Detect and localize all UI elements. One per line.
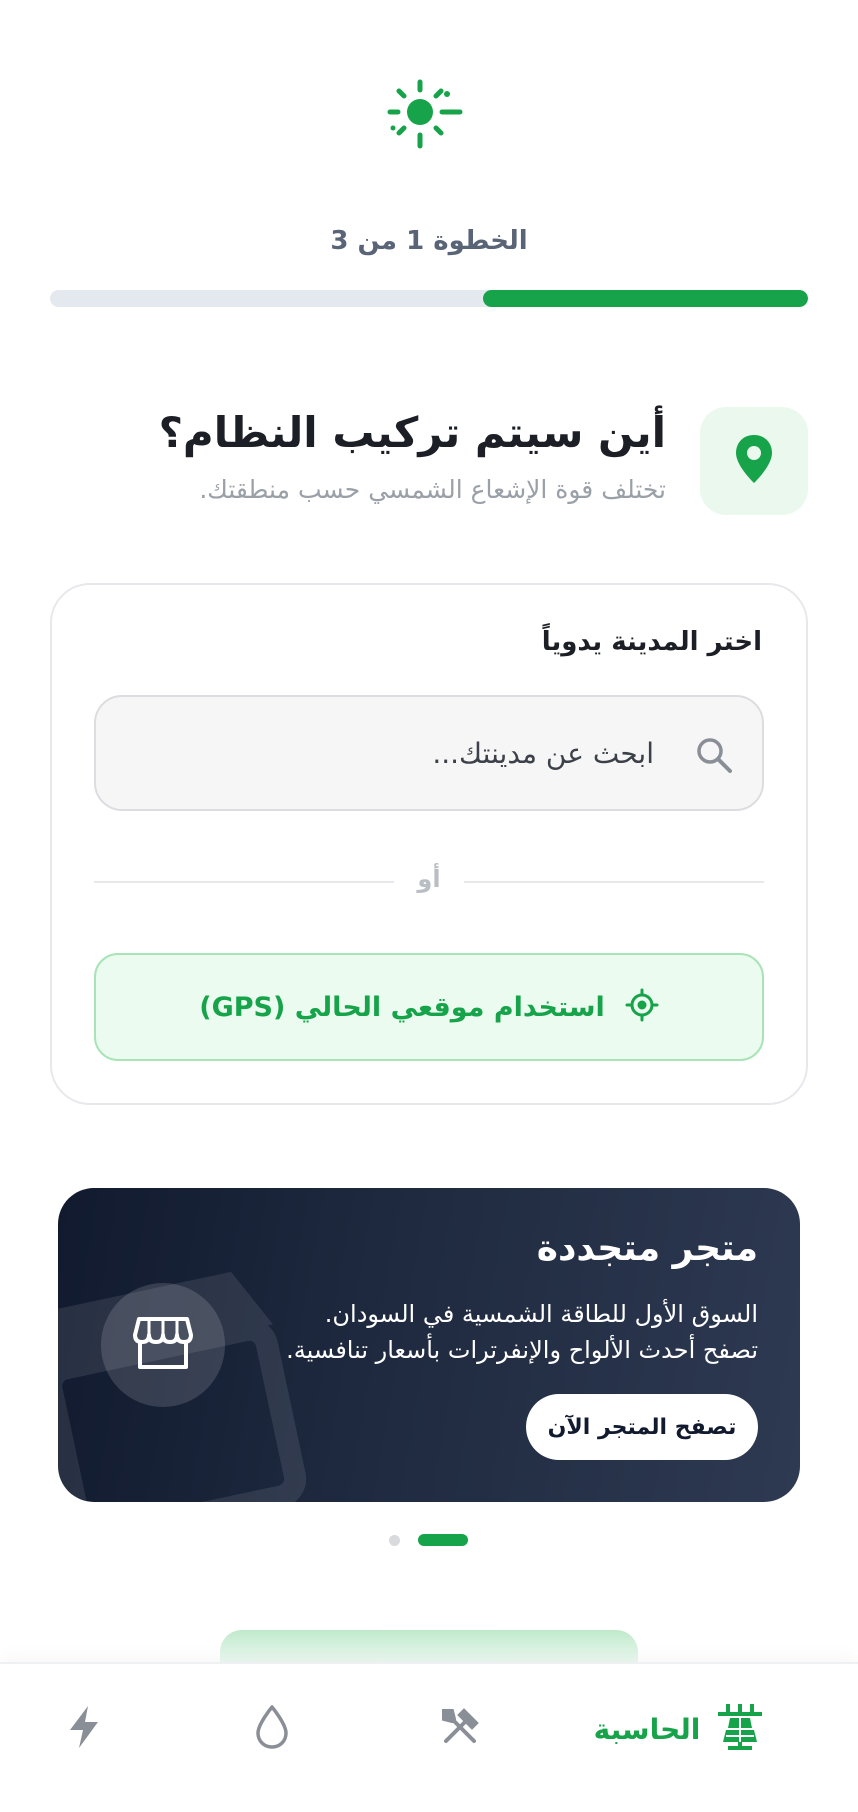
water-drop-icon [254,1704,290,1754]
nav-item-label: الحاسبة [593,1712,701,1746]
search-input[interactable] [126,727,654,779]
lightning-icon [66,1704,102,1754]
store-icon [133,1315,193,1375]
divider [94,881,394,883]
promo-description-line: السوق الأول للطاقة الشمسية في السودان. [324,1300,758,1328]
gps-location-button[interactable]: استخدام موقعي الحالي (GPS) [94,953,764,1061]
carousel-dot[interactable] [389,1535,400,1546]
bottom-navigation: الحاسبة [0,1662,858,1812]
progress-bar-fill [483,290,808,307]
tools-icon [438,1705,482,1753]
search-box[interactable] [94,695,764,811]
nav-item-tools[interactable] [410,1664,510,1794]
step-indicator: الخطوة 1 من 3 [330,226,528,256]
city-card-label: اختر المدينة يدوياً [541,627,762,657]
section-subtitle: تختلف قوة الإشعاع الشمسي حسب منطقتك. [199,475,666,504]
nav-item-water[interactable] [222,1664,322,1794]
store-icon-circle [101,1283,225,1407]
solar-panel-icon [718,1704,763,1754]
nav-item-energy[interactable] [34,1664,134,1794]
city-selection-card: اختر المدينة يدوياً أو اس [50,583,808,1105]
promo-card[interactable]: متجر متجددة السوق الأول للطاقة الشمسية ف… [58,1188,800,1502]
promo-title: متجر متجددة [536,1228,758,1269]
or-separator: أو [417,865,441,893]
gps-button-label: استخدام موقعي الحالي (GPS) [199,991,605,1023]
location-tile [700,407,808,515]
app-logo-icon [384,78,474,158]
section-title: أين سيتم تركيب النظام؟ [158,408,666,457]
carousel-dot-active[interactable] [418,1534,468,1546]
crosshair-icon [625,988,659,1026]
search-icon [694,735,734,775]
promo-description-line: تصفح أحدث الألواح والإنفرترات بأسعار تنا… [286,1336,758,1364]
location-pin-icon [734,433,774,489]
browse-store-button[interactable]: تصفح المتجر الآن [526,1394,758,1460]
promo-carousel: متجر متجددة السوق الأول للطاقة الشمسية ف… [50,1188,808,1502]
progress-bar [50,290,808,307]
nav-item-calculator[interactable]: الحاسبة [558,1664,798,1794]
